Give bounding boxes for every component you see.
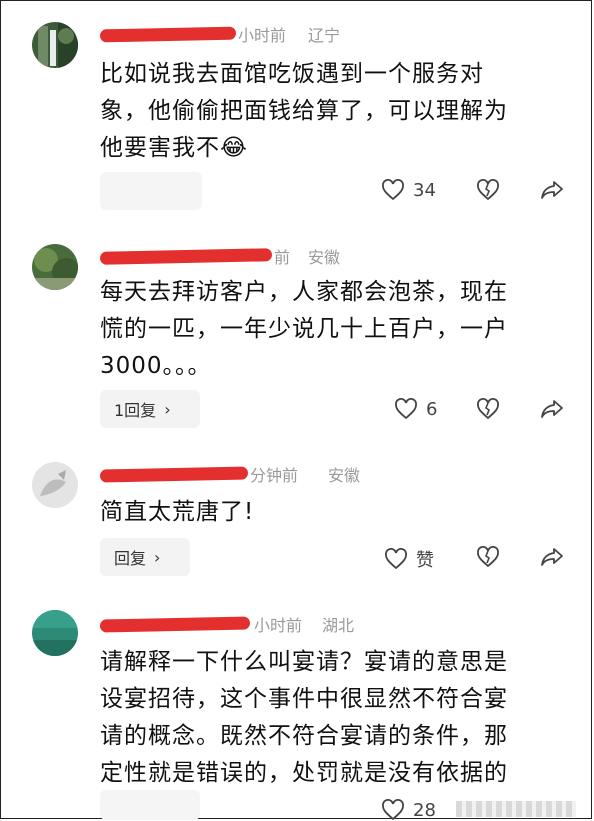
comment-location: 安徽: [328, 466, 361, 485]
comment-meta: 前 安徽: [99, 244, 360, 268]
avatar[interactable]: [32, 462, 78, 508]
reply-button[interactable]: 回复 ›: [100, 538, 190, 576]
comment-line: 他要害我不😂: [100, 130, 560, 167]
comment-location: 辽宁: [308, 26, 341, 45]
watermark-blur: [456, 801, 576, 817]
username-redaction: [99, 616, 251, 633]
dislike-button[interactable]: [476, 398, 500, 420]
share-button[interactable]: [540, 547, 564, 567]
avatar[interactable]: [32, 22, 78, 68]
comment-line: 比如说我去面馆吃饭遇到一个服务对: [100, 61, 484, 87]
avatar[interactable]: [32, 610, 78, 656]
like-button[interactable]: 6: [394, 398, 437, 420]
comment-time: 分钟前: [250, 466, 299, 485]
chevron-right-icon: ›: [154, 547, 161, 567]
chevron-right-icon: ›: [164, 399, 171, 419]
comment-text: 简直太荒唐了!: [100, 494, 560, 531]
like-count: 34: [413, 179, 436, 201]
reply-button[interactable]: [100, 172, 202, 210]
comment-time: 前: [274, 248, 291, 267]
broken-heart-icon: [477, 398, 499, 420]
username-redaction: [99, 466, 249, 483]
comment-line-text: 他要害我不: [100, 135, 220, 161]
share-button[interactable]: [540, 180, 564, 200]
like-button[interactable]: 28: [381, 799, 436, 821]
comment-line: 请的概念。既然不符合宴请的条件，那: [100, 723, 508, 749]
username-redaction: [99, 26, 237, 43]
comment-line: 3000。。。: [100, 353, 212, 379]
comment-line: 请解释一下什么叫宴请？宴请的意思是: [100, 649, 508, 675]
share-arrow-icon: [541, 548, 563, 566]
dislike-button[interactable]: [476, 179, 500, 201]
heart-outline-icon: [395, 398, 417, 420]
laugh-cry-emoji: 😂: [220, 135, 248, 161]
comment-meta: 小时前 辽宁: [99, 22, 360, 46]
reply-button[interactable]: 1回复 ›: [100, 390, 200, 428]
reply-button[interactable]: [100, 790, 200, 820]
comment-meta: 小时前 湖北: [99, 612, 380, 636]
comment-time: 小时前: [238, 26, 287, 45]
comment-line: 简直太荒唐了!: [100, 499, 255, 525]
share-arrow-icon: [541, 400, 563, 418]
comment-location: 湖北: [322, 616, 355, 635]
like-count: 6: [426, 398, 438, 420]
like-button[interactable]: 赞: [384, 546, 434, 572]
like-count: 28: [413, 799, 436, 821]
reply-label: 回复: [114, 549, 147, 568]
comment-text: 每天去拜访客户，人家都会泡茶，现在 慌的一匹，一年少说几十上百户，一户 3000…: [100, 274, 560, 385]
heart-outline-icon: [382, 799, 404, 821]
share-arrow-icon: [541, 181, 563, 199]
comment-text: 比如说我去面馆吃饭遇到一个服务对 象，他偷偷把面钱给算了，可以理解为 他要害我不…: [100, 56, 560, 167]
comment-line: 设宴招待，这个事件中很显然不符合宴: [100, 686, 508, 712]
comment-time: 小时前: [254, 616, 303, 635]
avatar[interactable]: [32, 244, 78, 290]
heart-outline-icon: [382, 179, 404, 201]
broken-heart-icon: [477, 546, 499, 568]
heart-outline-icon: [385, 548, 407, 570]
comment-meta: 分钟前 安徽: [99, 462, 361, 486]
like-button[interactable]: 34: [381, 179, 436, 201]
comment-text: 请解释一下什么叫宴请？宴请的意思是 设宴招待，这个事件中很显然不符合宴 请的概念…: [100, 644, 560, 792]
comment-line: 定性就是错误的，处罚就是没有依据的: [100, 760, 508, 786]
broken-heart-icon: [477, 179, 499, 201]
comment-location: 安徽: [308, 248, 341, 267]
comment-line: 象，他偷偷把面钱给算了，可以理解为: [100, 98, 508, 124]
share-button[interactable]: [540, 399, 564, 419]
comment-line: 慌的一匹，一年少说几十上百户，一户: [100, 316, 508, 342]
username-redaction: [99, 248, 273, 265]
like-count: 赞: [416, 550, 434, 571]
comment-line: 每天去拜访客户，人家都会泡茶，现在: [100, 279, 508, 305]
reply-label: 1回复: [114, 401, 157, 420]
dislike-button[interactable]: [476, 546, 500, 568]
